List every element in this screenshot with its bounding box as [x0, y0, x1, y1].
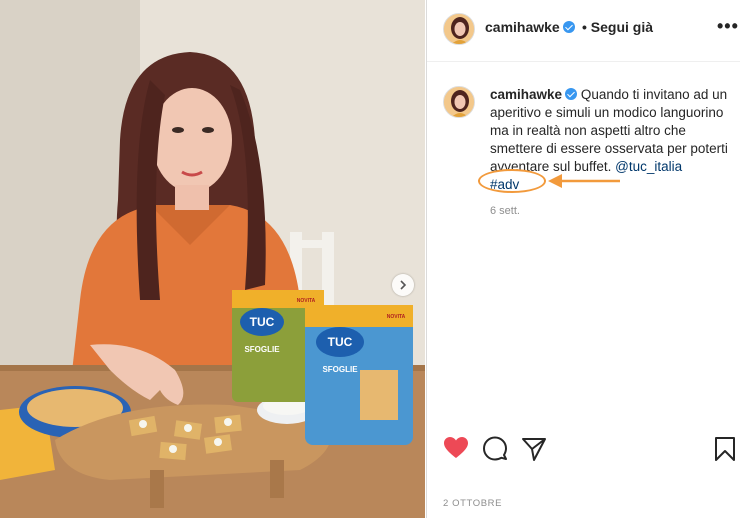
bag-badge-left: NOVITA	[297, 298, 316, 304]
bag-brand-left: TUC	[250, 315, 275, 329]
comment-icon[interactable]	[482, 436, 508, 462]
avatar-image	[444, 14, 474, 44]
bookmark-icon[interactable]	[714, 436, 736, 462]
bag-badge-right: NOVITA	[387, 314, 406, 320]
next-photo-button[interactable]	[392, 274, 414, 296]
bag-name-left: SFOGLIE	[244, 345, 280, 354]
post-photo: TUC TUC SFOGLIE SFOGLIE NOVITA NOVITA	[0, 0, 425, 518]
post-header: camihawke • Segui già •••	[427, 0, 740, 62]
verified-badge-icon	[562, 21, 575, 33]
post-actions	[427, 430, 740, 470]
photo-illustration: TUC TUC SFOGLIE SFOGLIE NOVITA NOVITA	[0, 0, 425, 518]
avatar-image	[444, 87, 474, 117]
relative-time: 6 sett.	[490, 205, 520, 217]
more-options-button[interactable]: •••	[717, 16, 739, 37]
post-side-panel: camihawke • Segui già ••• camihawke Quan…	[426, 0, 740, 518]
caption-username[interactable]: camihawke	[490, 87, 562, 102]
bag-brand-right: TUC	[328, 335, 353, 349]
post-date: 2 OTTOBRE	[443, 498, 503, 509]
caption-avatar[interactable]	[443, 86, 475, 118]
username[interactable]: camihawke	[485, 19, 575, 35]
follow-status-button[interactable]: • Segui già	[582, 19, 653, 35]
bag-name-right: SFOGLIE	[322, 365, 358, 374]
username-text[interactable]: camihawke	[485, 19, 560, 35]
heart-icon[interactable]	[443, 436, 469, 460]
paper-plane-icon[interactable]	[521, 436, 547, 462]
caption-mention-link[interactable]: @tuc_italia	[615, 159, 682, 174]
verified-badge-icon	[565, 88, 578, 100]
hashtag-highlight-circle	[478, 169, 546, 193]
arrow-left-icon	[548, 174, 620, 188]
avatar[interactable]	[443, 13, 475, 45]
chevron-right-icon	[400, 280, 407, 290]
